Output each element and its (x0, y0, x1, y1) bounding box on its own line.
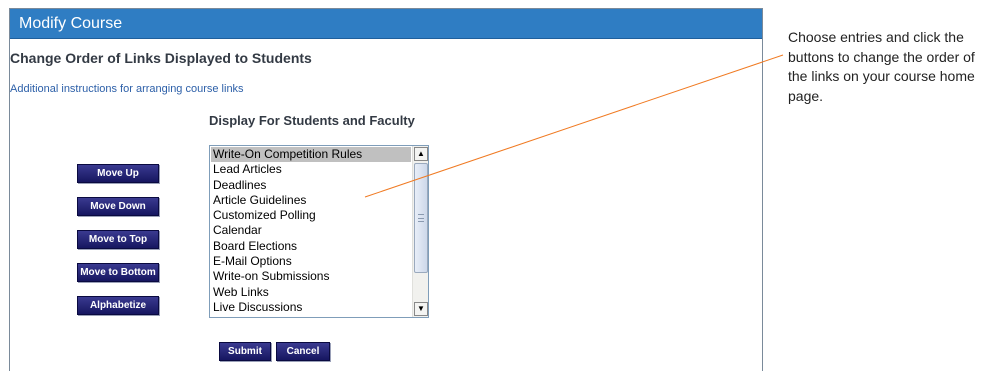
move-down-button[interactable]: Move Down (77, 197, 159, 216)
scroll-up-arrow-icon[interactable]: ▲ (414, 147, 428, 161)
alphabetize-button[interactable]: Alphabetize (77, 296, 159, 315)
callout-text: Choose entries and click the buttons to … (788, 29, 975, 104)
list-item[interactable]: Deadlines (211, 178, 411, 193)
instructions-link[interactable]: Additional instructions for arranging co… (10, 83, 244, 95)
scrollbar-thumb[interactable] (414, 163, 428, 273)
section-heading: Display For Students and Faculty (209, 113, 415, 128)
list-item[interactable]: Lead Articles (211, 162, 411, 177)
list-item[interactable]: Live Discussions (211, 300, 411, 315)
move-to-top-button[interactable]: Move to Top (77, 230, 159, 249)
scroll-down-arrow-icon[interactable]: ▼ (414, 302, 428, 316)
window-title: Modify Course (10, 9, 762, 39)
list-item[interactable]: Write-On Competition Rules (211, 147, 411, 163)
submit-button[interactable]: Submit (219, 342, 271, 361)
list-item[interactable]: E-Mail Options (211, 254, 411, 269)
list-item[interactable]: Write-on Submissions (211, 269, 411, 284)
cancel-button[interactable]: Cancel (276, 342, 330, 361)
move-up-button[interactable]: Move Up (77, 164, 159, 183)
course-links-list: Write-On Competition Rules Lead Articles D… (211, 147, 411, 315)
list-item[interactable]: Calendar (211, 223, 411, 238)
grip-icon (418, 214, 424, 222)
page-heading: Change Order of Links Displayed to Stude… (10, 50, 312, 66)
list-item[interactable]: Board Elections (211, 239, 411, 254)
course-links-listbox[interactable]: Write-On Competition Rules Lead Articles D… (209, 145, 429, 318)
move-to-bottom-button[interactable]: Move to Bottom (77, 263, 159, 282)
list-item[interactable]: Customized Polling (211, 208, 411, 223)
list-item[interactable]: Article Guidelines (211, 193, 411, 208)
listbox-scrollbar[interactable]: ▲ ▼ (412, 146, 428, 317)
list-item[interactable]: Web Links (211, 285, 411, 300)
